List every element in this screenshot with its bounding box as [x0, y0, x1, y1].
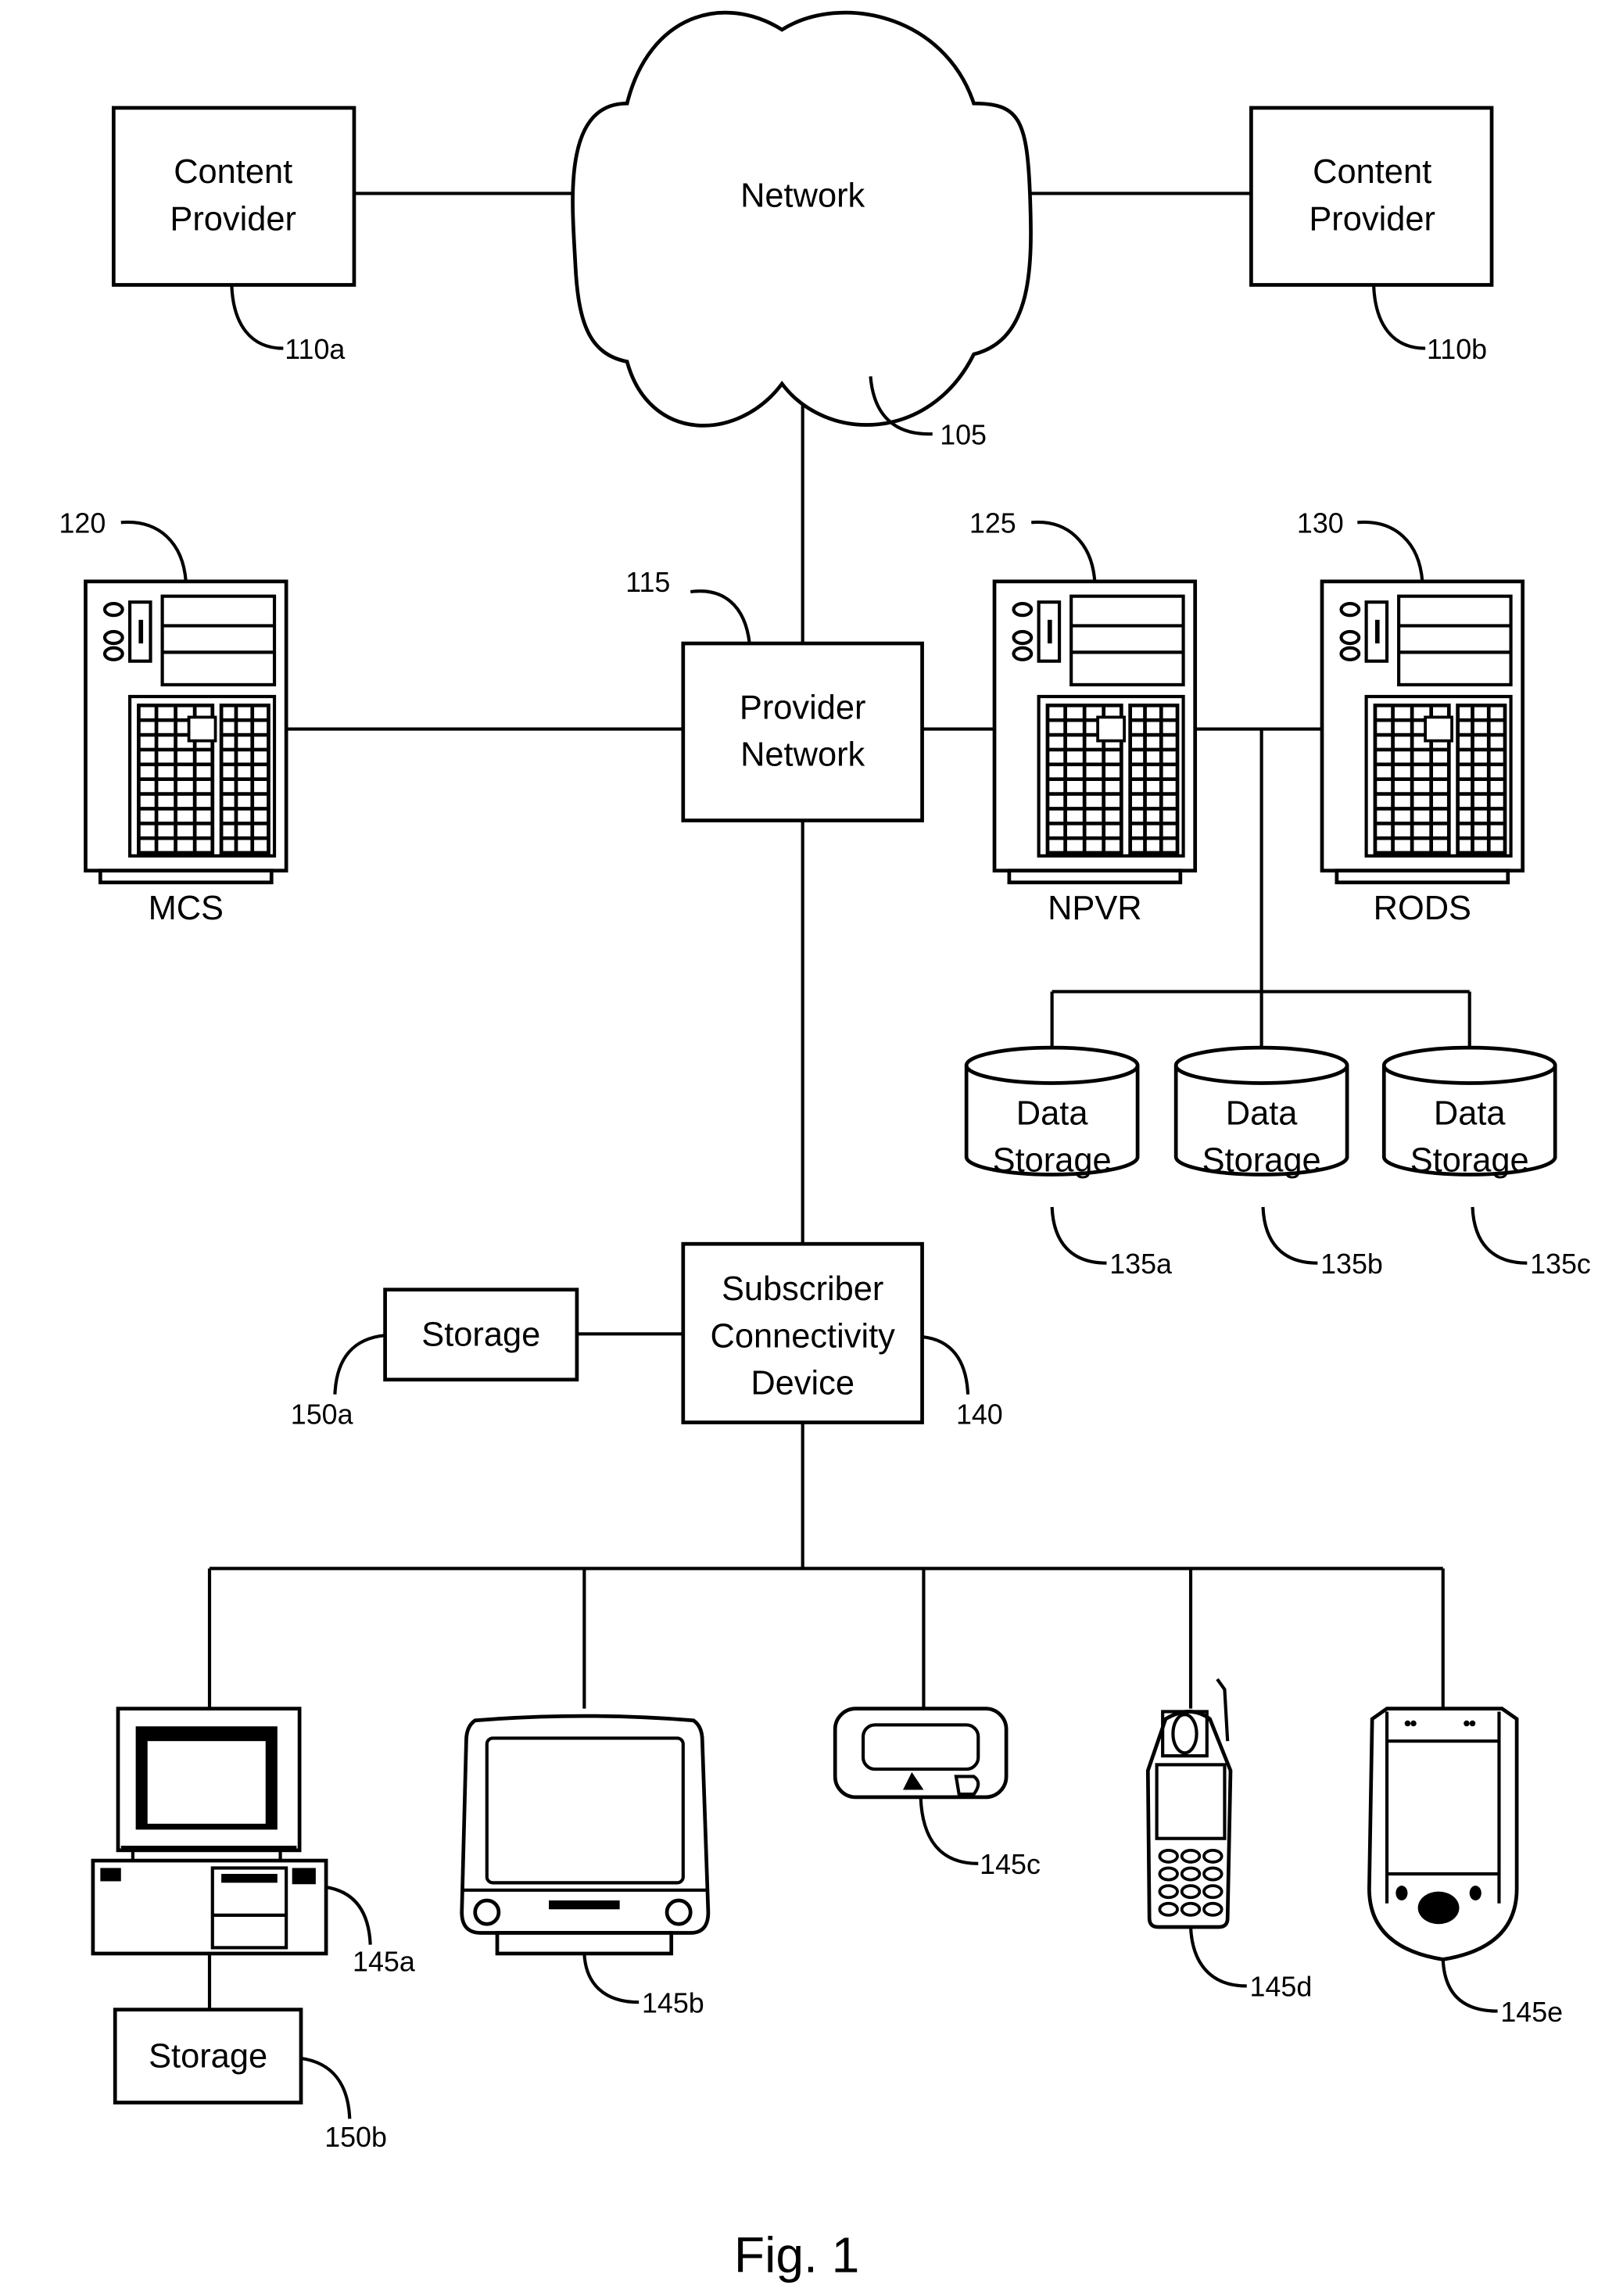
ref-130: 130 [1297, 508, 1344, 539]
svg-text:Provider: Provider [740, 689, 866, 726]
svg-text:Storage: Storage [149, 2037, 267, 2075]
network-diagram: Network 105 Content Provider 110a Conten… [59, 10, 1591, 2283]
svg-text:Content: Content [174, 153, 292, 191]
rods-label: RODS [1374, 890, 1471, 927]
network-cloud[interactable]: Network 105 [571, 10, 1033, 450]
ref-145c: 145c [980, 1849, 1041, 1880]
svg-text:Storage: Storage [993, 1142, 1112, 1180]
cell-phone-device[interactable]: 145d [1145, 1678, 1313, 2003]
network-label: Network [740, 177, 865, 214]
data-storage-a[interactable]: Data Storage 135a [966, 1048, 1172, 1280]
npvr-label: NPVR [1048, 890, 1142, 927]
svg-text:Content: Content [1313, 153, 1431, 191]
figure-caption: Fig. 1 [734, 2227, 859, 2283]
data-storage-b[interactable]: Data Storage 135b [1176, 1048, 1383, 1280]
ref-105: 105 [940, 419, 987, 450]
npvr-server[interactable]: NPVR 125 [969, 508, 1195, 927]
subscriber-connectivity-device[interactable]: Subscriber Connectivity Device 140 [681, 1241, 1003, 1430]
svg-text:Network: Network [740, 736, 865, 774]
mcs-server[interactable]: MCS 120 [59, 508, 286, 927]
storage-b[interactable]: Storage 150b [113, 2008, 387, 2154]
storage-a[interactable]: Storage 150a [291, 1288, 579, 1431]
mcs-label: MCS [149, 890, 224, 927]
ref-125: 125 [969, 508, 1016, 539]
svg-text:Provider: Provider [1309, 201, 1435, 238]
ref-140: 140 [956, 1399, 1003, 1430]
pager-device[interactable]: 145c [833, 1707, 1041, 1880]
svg-text:Connectivity: Connectivity [711, 1317, 896, 1355]
svg-text:Provider: Provider [170, 201, 296, 238]
ref-145b: 145b [642, 1987, 704, 2018]
provider-network[interactable]: Provider Network 115 [625, 567, 924, 822]
svg-text:Data: Data [1016, 1094, 1089, 1132]
ref-110b: 110b [1427, 334, 1487, 365]
ref-110a: 110a [285, 334, 345, 365]
pda-device[interactable]: 145e [1367, 1707, 1563, 2028]
svg-text:Data: Data [1434, 1094, 1507, 1132]
svg-text:Data: Data [1226, 1094, 1299, 1132]
ref-145d: 145d [1250, 1972, 1313, 2003]
svg-text:Storage: Storage [421, 1316, 540, 1353]
svg-text:Storage: Storage [1410, 1142, 1529, 1180]
ref-135b: 135b [1320, 1248, 1383, 1280]
svg-text:Subscriber: Subscriber [722, 1270, 883, 1308]
ref-135a: 135a [1109, 1248, 1172, 1280]
ref-150b: 150b [324, 2122, 387, 2153]
television-device[interactable]: 145b [460, 1714, 711, 2018]
ref-145a: 145a [353, 1947, 415, 1978]
data-storage-c[interactable]: Data Storage 135c [1384, 1048, 1591, 1280]
rods-server[interactable]: RODS 130 [1297, 508, 1523, 927]
ref-145e: 145e [1500, 1997, 1563, 2028]
svg-text:Storage: Storage [1202, 1142, 1321, 1180]
content-provider-b[interactable]: Content Provider 110b [1249, 106, 1494, 365]
ref-120: 120 [59, 508, 106, 539]
computer-device[interactable]: 145a [91, 1707, 415, 1978]
ref-150a: 150a [291, 1399, 353, 1430]
content-provider-a[interactable]: Content Provider 110a [111, 106, 356, 365]
ref-115: 115 [625, 567, 670, 598]
ref-135c: 135c [1530, 1248, 1591, 1280]
svg-text:Device: Device [751, 1365, 854, 1402]
